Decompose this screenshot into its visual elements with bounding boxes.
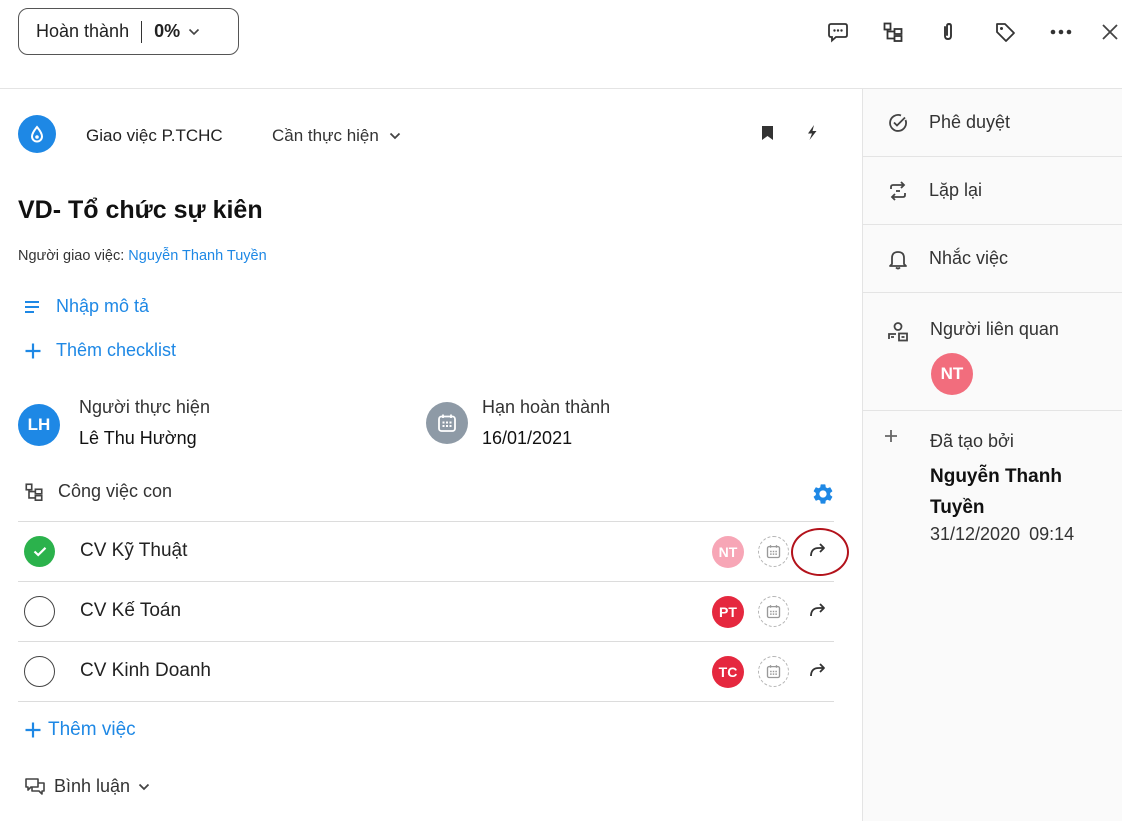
project-icon	[18, 115, 56, 153]
subtask-assignee-avatar[interactable]: PT	[712, 596, 744, 628]
reminder-label: Nhắc việc	[929, 248, 1009, 268]
created-by-label: Đã tạo bởi	[930, 431, 1014, 451]
subtask-name[interactable]: CV Kỹ Thuật	[80, 540, 187, 562]
subtask-tree-icon	[24, 482, 44, 502]
checkbox-empty-icon[interactable]	[24, 656, 55, 687]
task-title[interactable]: VD- Tổ chức sự kiên	[18, 196, 263, 225]
more-options-icon[interactable]	[1049, 20, 1073, 44]
lightning-icon[interactable]	[806, 125, 818, 140]
assignee-label: Người thực hiện	[79, 397, 210, 417]
calendar-icon[interactable]	[758, 656, 789, 687]
subtask-tree-icon[interactable]	[881, 20, 905, 44]
status-dropdown[interactable]: Hoàn thành 0%	[18, 8, 239, 55]
bell-icon	[887, 248, 909, 270]
status-percent: 0%	[154, 21, 181, 41]
chevron-down-icon	[389, 132, 401, 140]
subtask-row[interactable]: CV Kinh Doanh TC	[18, 642, 834, 700]
subtask-assignee-avatar[interactable]: NT	[712, 536, 744, 568]
comments-label: Bình luận	[54, 776, 131, 796]
assignee-avatar[interactable]: LH	[18, 404, 60, 446]
reminder-action[interactable]: Nhắc việc	[863, 225, 1122, 293]
approve-label: Phê duyệt	[929, 112, 1011, 132]
open-subtask-arrow-icon[interactable]	[808, 601, 828, 619]
calendar-icon[interactable]	[758, 536, 789, 567]
phase-label: Cần thực hiện	[272, 126, 379, 145]
related-people-section[interactable]: Người liên quan NT	[863, 295, 1122, 411]
calendar-icon[interactable]	[426, 402, 468, 444]
deadline-date[interactable]: 16/01/2021	[482, 428, 572, 449]
assigner-name[interactable]: Nguyễn Thanh Tuyền	[128, 248, 266, 264]
repeat-action[interactable]: Lặp lại	[863, 157, 1122, 225]
subtask-row[interactable]: CV Kế Toán PT	[18, 582, 834, 640]
plus-icon[interactable]	[884, 429, 898, 443]
repeat-label: Lặp lại	[929, 180, 983, 200]
approve-action[interactable]: Phê duyệt	[863, 89, 1122, 157]
add-checklist-link[interactable]: Thêm checklist	[24, 340, 176, 361]
subtask-name[interactable]: CV Kế Toán	[80, 600, 181, 622]
subtasks-header: Công việc con	[24, 481, 172, 502]
assignee-name[interactable]: Lê Thu Hường	[79, 428, 197, 449]
repeat-icon	[887, 180, 909, 202]
check-circle-icon	[887, 112, 909, 134]
phase-dropdown[interactable]: Cần thực hiện	[272, 126, 401, 146]
chevron-down-icon	[188, 28, 200, 36]
created-timestamp: 31/12/2020 09:14	[930, 524, 1075, 544]
assigner-line: Người giao việc: Nguyễn Thanh Tuyền	[18, 248, 267, 264]
assigner-label: Người giao việc:	[18, 248, 125, 264]
add-description-label: Nhập mô tả	[56, 296, 150, 316]
add-subtask-label: Thêm việc	[48, 719, 136, 740]
comments-toggle[interactable]: Bình luận	[24, 776, 150, 797]
tag-icon[interactable]	[993, 20, 1017, 44]
checkbox-empty-icon[interactable]	[24, 596, 55, 627]
add-description-link[interactable]: Nhập mô tả	[24, 296, 149, 317]
people-icon	[887, 321, 909, 343]
subtask-row[interactable]: CV Kỹ Thuật NT	[18, 522, 834, 580]
gear-icon[interactable]	[811, 482, 835, 506]
add-checklist-label: Thêm checklist	[56, 340, 177, 360]
subtasks-title: Công việc con	[58, 481, 173, 501]
project-name[interactable]: Giao việc P.TCHC	[86, 126, 223, 146]
row-divider	[18, 701, 834, 702]
annotation-circle	[791, 528, 849, 576]
subtask-name[interactable]: CV Kinh Doanh	[80, 660, 211, 682]
related-people-title: Người liên quan	[930, 319, 1059, 339]
deadline-label: Hạn hoàn thành	[482, 397, 611, 417]
plus-icon	[24, 721, 42, 739]
created-by-name: Nguyễn Thanh Tuyền	[930, 466, 1062, 518]
bookmark-icon[interactable]	[762, 126, 773, 140]
add-subtask-button[interactable]: Thêm việc	[24, 719, 136, 741]
open-subtask-arrow-icon[interactable]	[808, 661, 828, 679]
chevron-down-icon	[138, 783, 150, 791]
status-label: Hoàn thành	[36, 21, 130, 41]
calendar-icon[interactable]	[758, 596, 789, 627]
comment-icon[interactable]	[826, 20, 850, 44]
related-person-avatar[interactable]: NT	[931, 353, 973, 395]
status-separator	[141, 20, 143, 43]
subtask-assignee-avatar[interactable]: TC	[712, 656, 744, 688]
checkmark-done-icon[interactable]	[24, 536, 55, 567]
plus-icon	[24, 342, 42, 360]
close-icon[interactable]	[1098, 20, 1122, 44]
description-lines-icon	[24, 300, 42, 314]
task-side-panel: Phê duyệt Lặp lại Nhắc việc Người liên q…	[862, 89, 1122, 821]
comments-icon	[24, 777, 46, 797]
paperclip-icon[interactable]	[936, 20, 960, 44]
